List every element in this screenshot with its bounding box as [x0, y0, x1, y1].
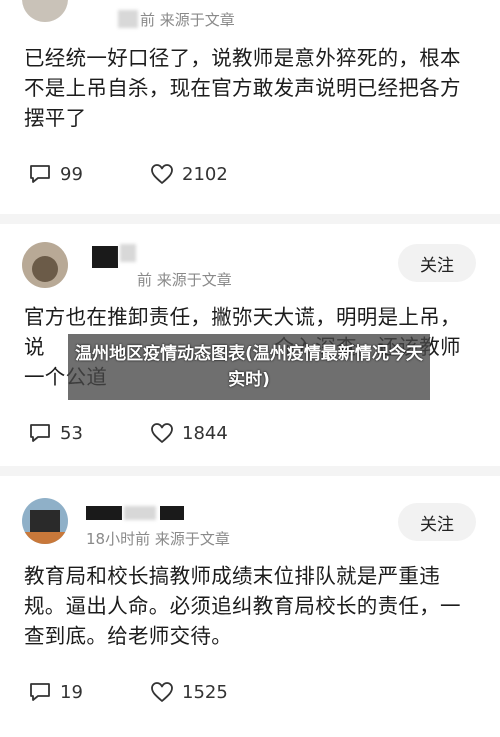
like-count[interactable]: 1844 [150, 422, 228, 444]
blurred-username [120, 244, 136, 262]
post-meta: 前 来源于文章 [137, 271, 232, 289]
comment-count-value: 99 [60, 163, 83, 185]
comment-bubble-icon [30, 424, 50, 442]
comment-bubble-icon [30, 165, 50, 183]
comment-count[interactable]: 99 [28, 163, 83, 185]
heart-icon [151, 423, 173, 443]
comment-count-value: 53 [60, 422, 83, 444]
blurred-username [118, 10, 138, 28]
comment-post: 18小时前 来源于文章 关注 教育局和校长搞教师成绩末位排队就是严重违规。逼出人… [0, 476, 500, 737]
post-meta: 前 来源于文章 [140, 11, 235, 29]
heart-icon [151, 164, 173, 184]
avatar[interactable] [22, 498, 68, 544]
like-count-value: 1525 [182, 681, 228, 703]
avatar[interactable] [22, 0, 68, 22]
like-count[interactable]: 1525 [150, 681, 228, 703]
post-divider [0, 466, 500, 476]
post-text: 教育局和校长搞教师成绩末位排队就是严重违规。逼出人命。必须追纠教育局校长的责任，… [24, 564, 461, 648]
heart-icon [151, 682, 173, 702]
like-count[interactable]: 2102 [150, 163, 228, 185]
post-meta: 18小时前 来源于文章 [86, 530, 230, 548]
like-count-value: 1844 [182, 422, 228, 444]
post-text: 已经统一好口径了，说教师是意外猝死的，根本不是上吊自杀，现在官方敢发声说明已经把… [24, 46, 461, 130]
blurred-username [124, 506, 156, 520]
follow-button[interactable]: 关注 [398, 503, 476, 541]
blurred-username [160, 506, 184, 520]
avatar[interactable] [22, 242, 68, 288]
like-count-value: 2102 [182, 163, 228, 185]
post-divider [0, 214, 500, 224]
comment-count[interactable]: 53 [28, 422, 83, 444]
overlay-banner: 温州地区疫情动态图表(温州疫情最新情况今天实时) [68, 334, 430, 400]
blurred-username [86, 506, 122, 520]
follow-button[interactable]: 关注 [398, 244, 476, 282]
comment-post: 前 来源于文章 已经统一好口径了，说教师是意外猝死的，根本不是上吊自杀，现在官方… [0, 0, 500, 228]
comment-count-value: 19 [60, 681, 83, 703]
blurred-username [92, 246, 118, 268]
comment-count[interactable]: 19 [28, 681, 83, 703]
comment-bubble-icon [30, 683, 50, 701]
